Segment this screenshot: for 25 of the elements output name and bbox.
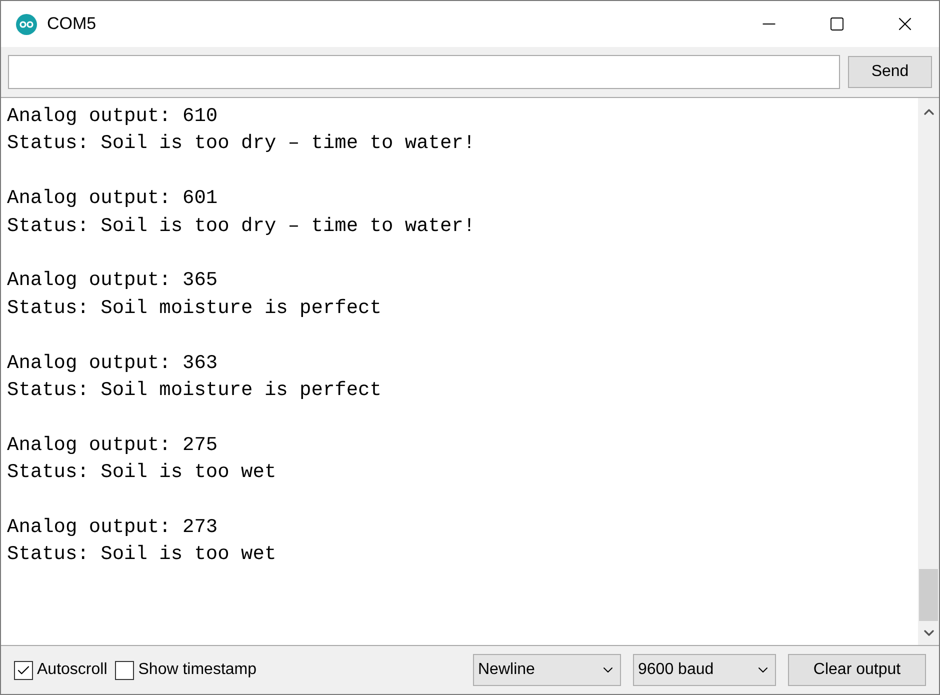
output-line: Analog output: 273 <box>7 515 218 540</box>
baud-dropdown[interactable]: 9600 baud <box>633 654 776 686</box>
output-line: Status: Soil moisture is perfect <box>7 296 382 321</box>
output-line: Status: Soil is too dry – time to water! <box>7 214 476 239</box>
output-line: Analog output: 610 <box>7 104 218 129</box>
output-line: Analog output: 275 <box>7 432 218 458</box>
checkbox[interactable] <box>14 660 33 680</box>
line-ending-dropdown[interactable]: Newline <box>473 654 621 686</box>
app-logo-icon <box>16 14 37 34</box>
checkbox-label: Show timestamp <box>138 660 257 680</box>
send-button[interactable]: Send <box>848 56 932 88</box>
output-line: Status: Soil moisture is perfect <box>7 378 382 404</box>
checkbox[interactable] <box>115 660 134 680</box>
output-line: Status: Soil is too wet <box>7 460 276 486</box>
checkbox-label: Autoscroll <box>37 660 108 680</box>
output-line: Status: Soil is too wet <box>7 542 276 568</box>
input-field[interactable] <box>8 55 840 89</box>
scroll-thumb[interactable] <box>919 569 938 621</box>
clear-output-button[interactable]: Clear output <box>788 654 926 686</box>
output-line: Analog output: 363 <box>7 350 218 376</box>
output-line: Analog output: 601 <box>7 186 218 212</box>
output-line: Status: Soil is too dry – time to water! <box>7 131 476 156</box>
output-line: Analog output: 365 <box>7 268 218 294</box>
window-title: COM5 <box>47 13 96 36</box>
scrollbar[interactable] <box>918 98 939 645</box>
